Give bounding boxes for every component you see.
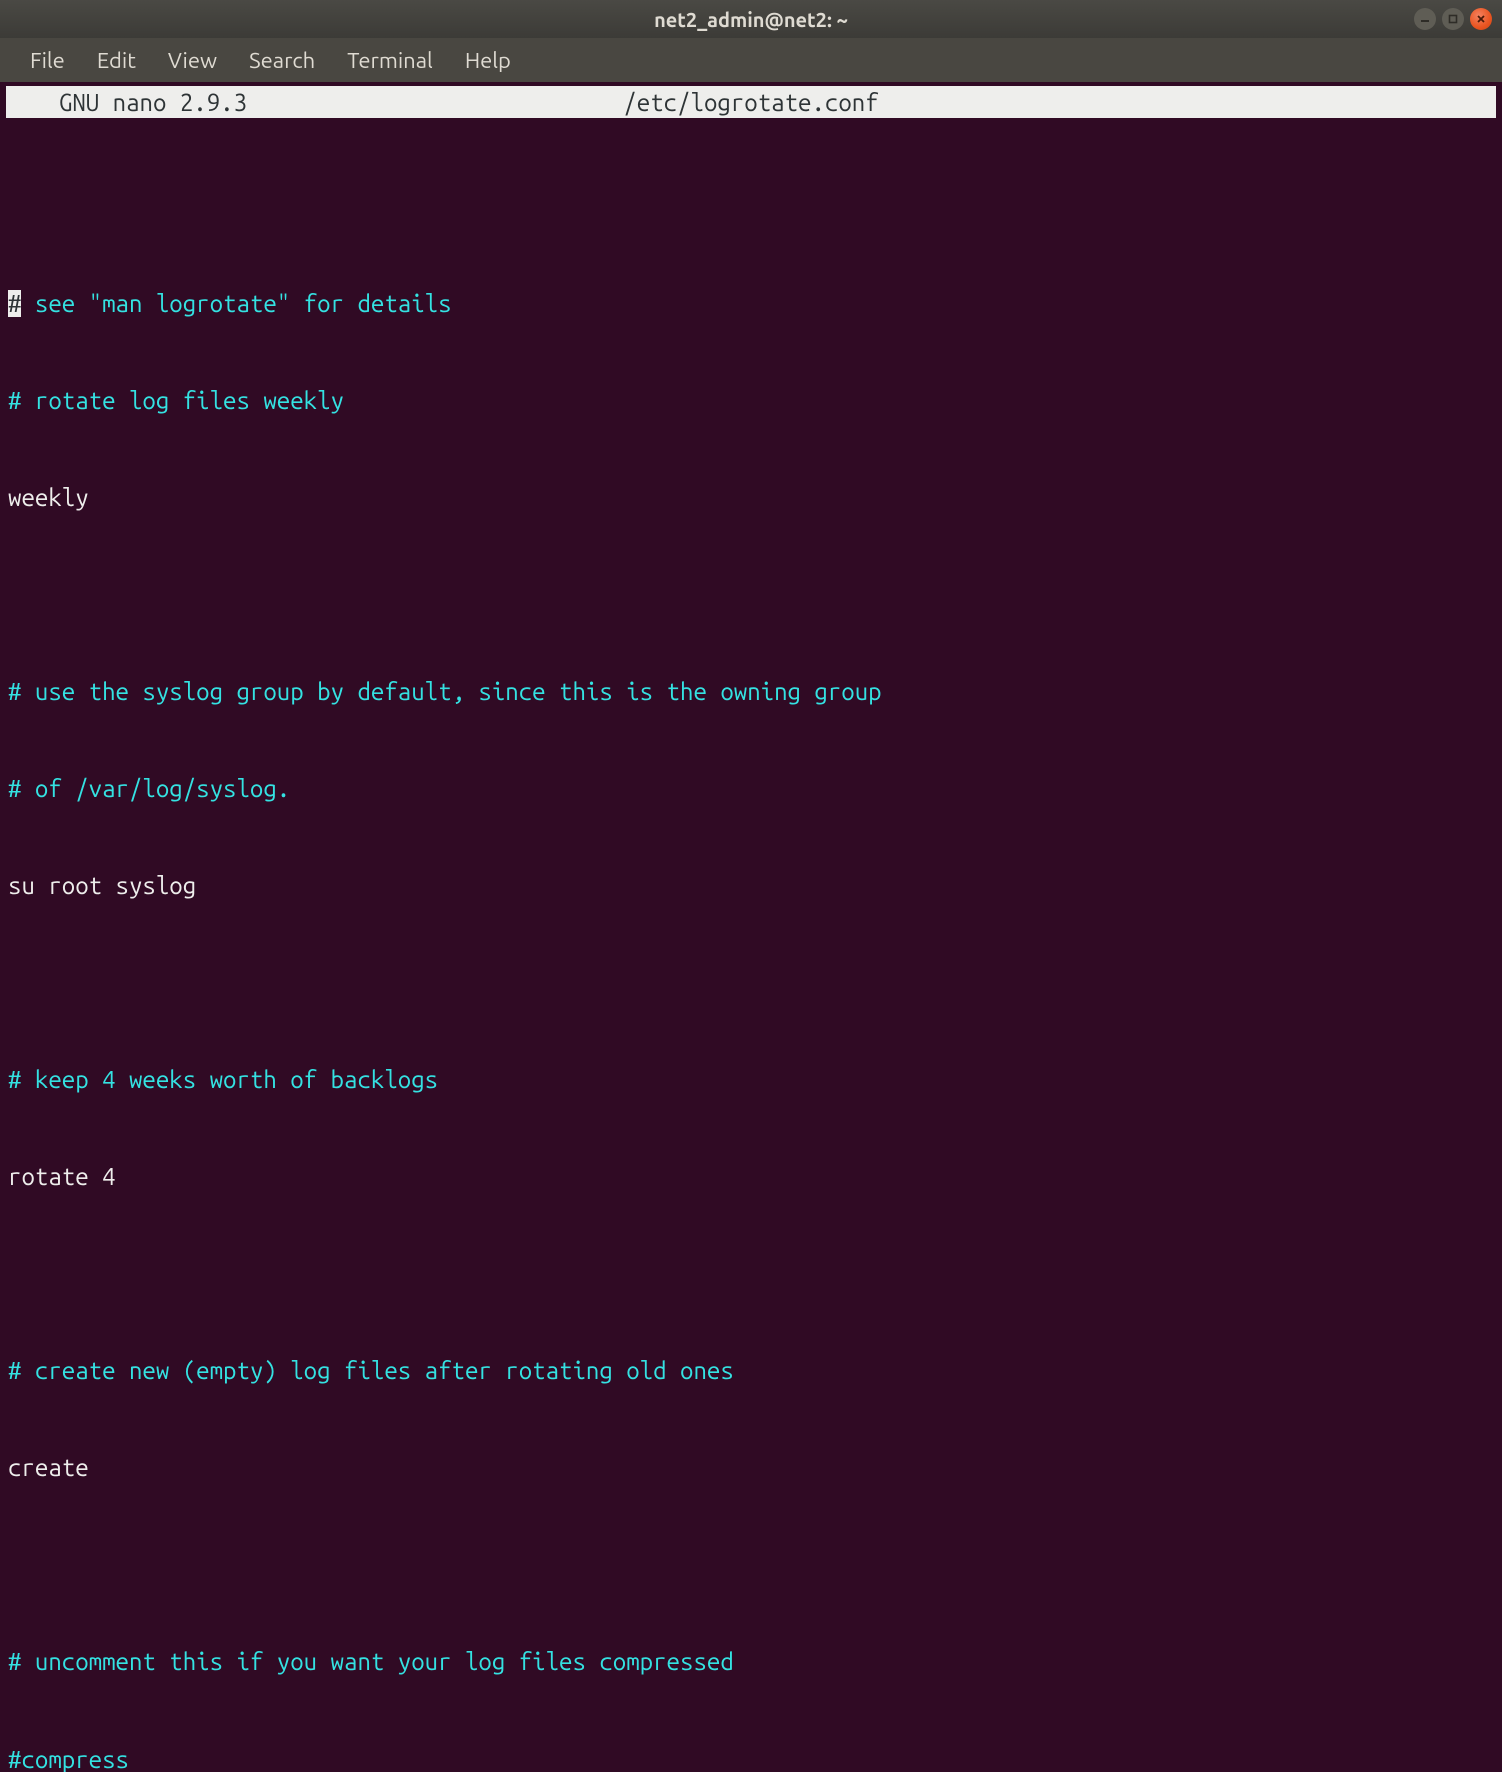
editor-line: su root syslog (8, 870, 1494, 902)
editor-line (8, 191, 1494, 223)
maximize-button[interactable] (1442, 8, 1464, 30)
minimize-button[interactable] (1414, 8, 1436, 30)
nano-filename: /etc/logrotate.conf (623, 89, 878, 116)
menu-edit[interactable]: Edit (81, 42, 152, 79)
menubar: File Edit View Search Terminal Help (0, 38, 1502, 82)
editor-line (8, 1259, 1494, 1291)
cursor: # (8, 290, 21, 317)
editor-area[interactable]: # see "man logrotate" for details # rota… (0, 118, 1502, 1772)
menu-help[interactable]: Help (449, 42, 527, 79)
menu-file[interactable]: File (14, 42, 81, 79)
editor-line: #compress (8, 1744, 1494, 1772)
editor-line: weekly (8, 482, 1494, 514)
window-title: net2_admin@net2: ~ (654, 8, 848, 31)
editor-line: rotate 4 (8, 1161, 1494, 1193)
editor-line: # keep 4 weeks worth of backlogs (8, 1064, 1494, 1096)
minimize-icon (1420, 14, 1430, 24)
nano-version: GNU nano 2.9.3 (32, 89, 247, 116)
maximize-icon (1448, 14, 1458, 24)
editor-line: # create new (empty) log files after rot… (8, 1355, 1494, 1387)
window-controls (1414, 8, 1492, 30)
editor-line: # of /var/log/syslog. (8, 773, 1494, 805)
editor-line: # use the syslog group by default, since… (8, 676, 1494, 708)
editor-line (8, 1550, 1494, 1582)
editor-line (8, 579, 1494, 611)
editor-line (8, 967, 1494, 999)
editor-line: # see "man logrotate" for details (8, 288, 1494, 320)
close-icon (1476, 14, 1486, 24)
menu-search[interactable]: Search (233, 42, 331, 79)
editor-line: # rotate log files weekly (8, 385, 1494, 417)
menu-terminal[interactable]: Terminal (331, 42, 449, 79)
editor-line: create (8, 1452, 1494, 1484)
titlebar: net2_admin@net2: ~ (0, 0, 1502, 38)
editor-line: # uncomment this if you want your log fi… (8, 1646, 1494, 1678)
menu-view[interactable]: View (152, 42, 233, 79)
close-button[interactable] (1470, 8, 1492, 30)
nano-header: GNU nano 2.9.3 /etc/logrotate.conf (6, 86, 1496, 118)
editor-text: see "man logrotate" for details (21, 290, 451, 317)
